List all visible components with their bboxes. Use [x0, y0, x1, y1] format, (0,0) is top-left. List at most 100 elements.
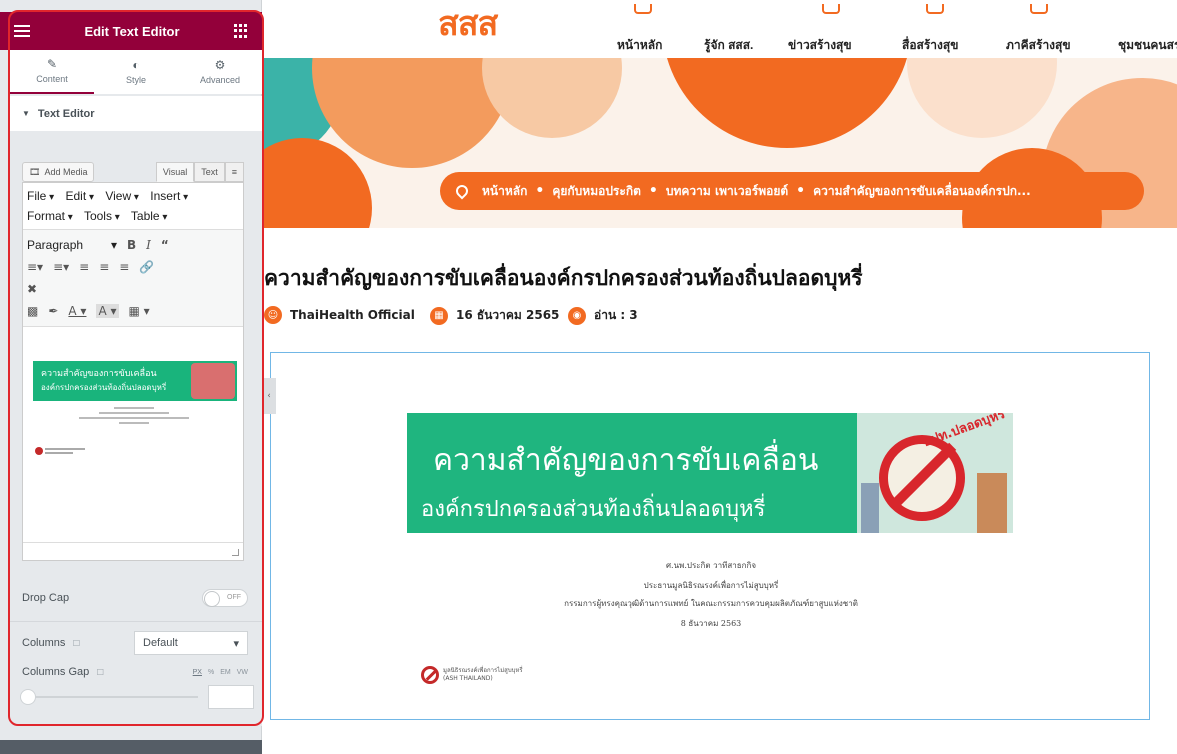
- tab-label: Style: [125, 75, 146, 85]
- resize-handle[interactable]: [23, 542, 243, 560]
- numbered-list-icon[interactable]: ≡▾: [53, 260, 69, 274]
- breadcrumb-category[interactable]: คุยกับหมอประกิต: [552, 182, 641, 201]
- widgets-grid-icon[interactable]: [234, 24, 248, 38]
- blockquote-icon[interactable]: “: [161, 238, 169, 252]
- document-banner-image: ความสำคัญของการขับเคลื่อน องค์กรปกครองส่…: [33, 361, 237, 401]
- ash-name-thai: มูลนิธิรณรงค์เพื่อการไม่สูบบุหรี่: [443, 667, 523, 674]
- text-color-icon[interactable]: A ▾: [68, 304, 86, 318]
- ash-name-english: (ASH THAILAND): [443, 675, 493, 682]
- author-name[interactable]: ThaiHealth Official: [290, 308, 415, 322]
- decor-circle: [907, 58, 1057, 138]
- align-center-icon[interactable]: ≡: [99, 260, 109, 274]
- tab-advanced[interactable]: ⚙ Advanced: [178, 50, 262, 94]
- editor-body: ▼ Text Editor 🎞 Add Media Visual Text ≡ …: [10, 96, 262, 726]
- unit-vw[interactable]: VW: [237, 669, 248, 676]
- hamburger-menu-icon[interactable]: [14, 25, 30, 37]
- text-editor-widget[interactable]: ความสำคัญของการขับเคลื่อน องค์กรปกครองส่…: [270, 352, 1150, 720]
- bold-icon[interactable]: B: [127, 238, 136, 252]
- italic-icon[interactable]: I: [146, 238, 151, 252]
- align-left-icon[interactable]: ≡: [79, 260, 89, 274]
- drop-icon: [453, 182, 471, 200]
- menu-file[interactable]: File: [27, 189, 54, 203]
- site-logo[interactable]: สสส: [438, 4, 498, 44]
- menu-table[interactable]: Table: [131, 209, 168, 223]
- background-color-icon[interactable]: A ▾: [96, 304, 119, 318]
- logo-text-line: [45, 448, 85, 450]
- unit-px[interactable]: PX: [193, 669, 202, 676]
- editor-top-bar: 🎞 Add Media Visual Text ≡: [22, 158, 244, 182]
- post-date: 16 ธันวาคม 2565: [456, 308, 560, 322]
- columns-value: Default: [143, 637, 178, 649]
- nav-partners[interactable]: ภาคีสร้างสุข: [1006, 36, 1071, 55]
- bullet-list-icon[interactable]: ≡▾: [27, 260, 43, 274]
- nav-news[interactable]: ข่าวสร้างสุข: [788, 36, 852, 55]
- menu-format[interactable]: Format: [27, 209, 73, 223]
- section-toggle-text-editor[interactable]: ▼ Text Editor: [10, 96, 262, 132]
- clear-formatting-icon[interactable]: ✒: [48, 304, 58, 318]
- home-icon: [634, 4, 652, 14]
- breadcrumb-separator: •: [648, 183, 658, 199]
- half-circle-icon: ◐: [132, 58, 140, 72]
- editor-box: File Edit View Insert Format Tools Table: [22, 182, 244, 561]
- unit-percent[interactable]: %: [208, 669, 214, 676]
- no-smoking-illustration: อปท.ปลอดบุหรี่: [857, 413, 1013, 533]
- unlink-icon[interactable]: ✖: [27, 282, 37, 296]
- desktop-icon[interactable]: □: [73, 638, 79, 649]
- columns-label: Columns: [22, 637, 66, 649]
- menu-insert[interactable]: Insert: [150, 189, 188, 203]
- columns-select[interactable]: Default ▾: [134, 631, 248, 655]
- menu-edit[interactable]: Edit: [66, 189, 95, 203]
- menu-tools[interactable]: Tools: [84, 209, 120, 223]
- table-icon[interactable]: ▦ ▾: [129, 304, 150, 318]
- editor-header: Edit Text Editor: [0, 12, 262, 50]
- toolbar-toggle-icon[interactable]: ≡: [224, 162, 244, 182]
- paragraph-format-select[interactable]: Paragraph ▾: [27, 236, 117, 254]
- tab-style[interactable]: ◐ Style: [94, 50, 178, 94]
- editor-document[interactable]: ความสำคัญของการขับเคลื่อน องค์กรปกครองส่…: [23, 326, 243, 542]
- align-right-icon[interactable]: ≡: [119, 260, 129, 274]
- document-date: 8 ธันวาคม 2563: [680, 619, 742, 628]
- tab-visual[interactable]: Visual: [155, 162, 195, 182]
- media-icon: 🎞: [29, 166, 41, 177]
- columns-gap-input[interactable]: [208, 685, 254, 709]
- drop-cap-toggle[interactable]: OFF: [202, 589, 248, 607]
- menu-view[interactable]: View: [105, 189, 139, 203]
- link-icon[interactable]: 🔗: [139, 260, 154, 274]
- banner-line2: องค์กรปกครองส่วนท้องถิ่นปลอดบุหรี่: [421, 497, 766, 522]
- chevron-down-icon: ▾: [110, 238, 117, 252]
- breadcrumb-subcategory[interactable]: บทความ เพาเวอร์พอยต์: [666, 182, 788, 201]
- breadcrumb-current: ความสำคัญของการขับเคลื่อนองค์กรปก...: [813, 183, 1031, 198]
- editor-menubar: File Edit View Insert Format Tools Table: [23, 183, 243, 229]
- nav-community[interactable]: ชุมชนคนสร: [1118, 36, 1177, 55]
- site-navbar: สสส หน้าหลัก รู้จัก สสส. ข่าวสร้างสุข สื…: [262, 0, 1177, 58]
- pencil-icon: ✎: [46, 57, 58, 71]
- nav-home[interactable]: หน้าหลัก: [617, 36, 662, 55]
- tab-text[interactable]: Text: [194, 162, 225, 182]
- ash-thailand-logo: มูลนิธิรณรงค์เพื่อการไม่สูบบุหรี่ (ASH T…: [421, 666, 523, 684]
- wysiwyg-editor: 🎞 Add Media Visual Text ≡ File Edit View…: [22, 158, 244, 576]
- mini-banner-line2: องค์กรปกครองส่วนท้องถิ่นปลอดบุหรี่: [41, 383, 167, 392]
- building-shape: [977, 473, 1007, 533]
- columns-control: Columns □ Default ▾: [22, 631, 248, 655]
- add-media-button[interactable]: 🎞 Add Media: [22, 162, 95, 182]
- eye-icon: ◉: [568, 306, 586, 325]
- tab-content[interactable]: ✎ Content: [10, 50, 94, 94]
- banner-tag: อปท.ปลอดบุหรี่: [921, 413, 1008, 451]
- no-smoking-illustration: [191, 363, 235, 399]
- nav-about[interactable]: รู้จัก สสส.: [704, 36, 753, 55]
- logo-text-line: [45, 452, 73, 454]
- paste-text-icon[interactable]: ▩: [27, 304, 38, 318]
- user-icon: ☺: [264, 306, 282, 324]
- breadcrumb-home[interactable]: หน้าหลัก: [482, 182, 527, 201]
- collapse-panel-button[interactable]: ‹: [262, 378, 276, 414]
- nav-media[interactable]: สื่อสร้างสุข: [902, 36, 958, 55]
- columns-gap-slider[interactable]: [20, 689, 198, 705]
- desktop-icon[interactable]: □: [97, 667, 103, 678]
- author-committee: กรรมการผู้ทรงคุณวุฒิด้านการแพทย์ ในคณะกร…: [564, 599, 858, 608]
- tab-label: Advanced: [199, 75, 241, 85]
- drop-cap-label: Drop Cap: [22, 592, 70, 604]
- decor-circle: [262, 138, 372, 228]
- calendar-icon: ▦: [430, 306, 448, 325]
- unit-em[interactable]: EM: [220, 669, 231, 676]
- mini-banner-line1: ความสำคัญของการขับเคลื่อน: [41, 369, 157, 379]
